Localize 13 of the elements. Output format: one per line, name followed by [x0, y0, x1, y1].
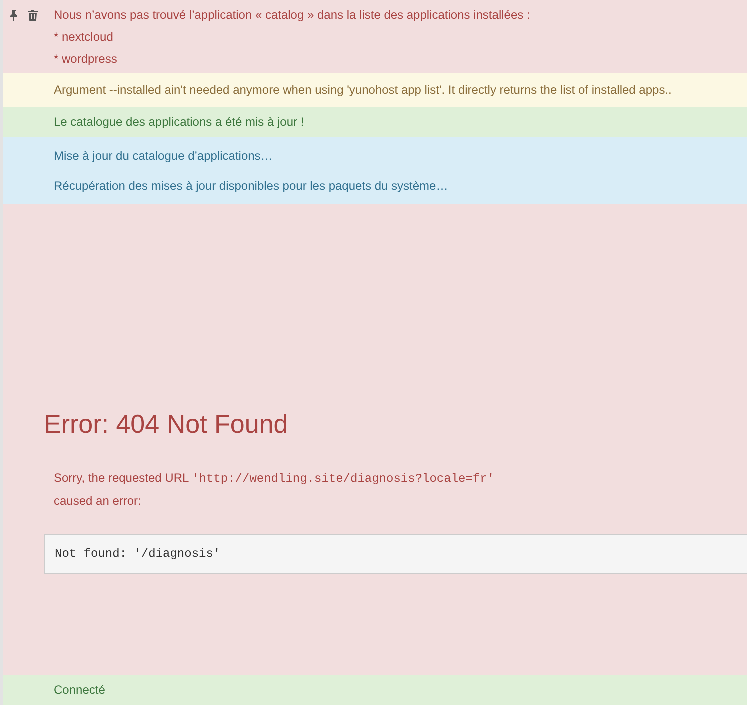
trash-icon[interactable]	[28, 10, 38, 21]
message-text: Nous n’avons pas trouvé l’application « catalog » dans la liste des applications installées :	[54, 7, 530, 24]
error-details: Not found: '/diagnosis'	[44, 534, 747, 574]
error-sentence: Sorry, the requested URL 'http://wendling.site/diagnosis?locale=fr' caused an error:	[54, 470, 495, 510]
message-text: * nextcloud	[54, 29, 114, 46]
status-message: Connecté	[54, 682, 106, 699]
pin-icon[interactable]	[9, 10, 19, 21]
message-text: Le catalogue des applications a été mis à jour !	[54, 114, 304, 131]
message-text: Argument --installed ain't needed anymore when using 'yunohost app list'. It directly returns the list of installed apps..	[54, 82, 672, 99]
message-text: Récupération des mises à jour disponibles pour les paquets du système…	[54, 178, 448, 195]
message-text: Mise à jour du catalogue d’applications…	[54, 148, 274, 165]
error-heading: Error: 404 Not Found	[44, 408, 288, 441]
message-text: * wordpress	[54, 51, 118, 68]
